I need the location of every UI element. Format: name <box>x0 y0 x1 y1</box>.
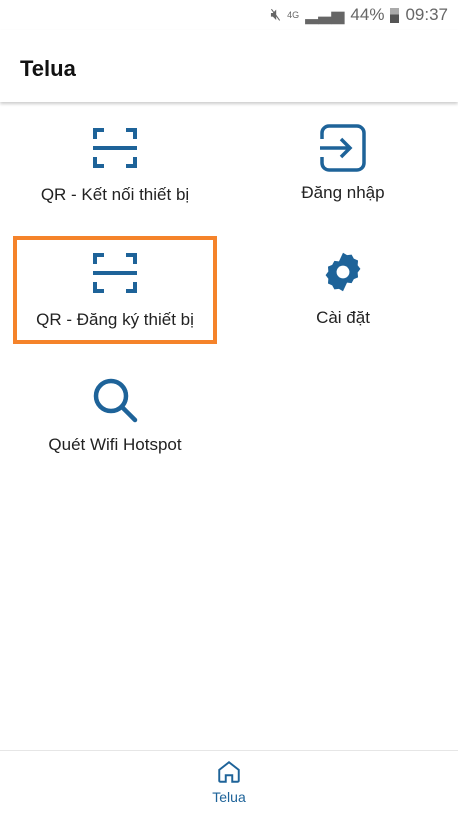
menu-label: Cài đặt <box>316 308 370 327</box>
battery-percent: 44% <box>350 5 385 24</box>
app-bar: Telua <box>0 30 458 102</box>
mute-icon: 🔇︎ <box>270 5 282 24</box>
home-icon <box>218 761 240 783</box>
menu-label: QR - Đăng ký thiết bị <box>36 310 194 329</box>
scan-wifi-hotspot-button[interactable]: Quét Wifi Hotspot <box>13 363 217 471</box>
qr-register-device-button[interactable]: QR - Đăng ký thiết bị <box>13 236 217 344</box>
signal-icon: ▂▃▅ <box>305 5 345 24</box>
qr-scan-icon <box>93 128 137 168</box>
nav-label: Telua <box>212 789 246 805</box>
settings-button[interactable]: Cài đặt <box>241 236 445 344</box>
menu-label: QR - Kết nối thiết bị <box>40 185 190 204</box>
battery-icon <box>390 7 400 23</box>
page-title: Telua <box>20 56 76 81</box>
login-icon <box>320 124 366 172</box>
login-button[interactable]: Đăng nhập <box>241 111 445 219</box>
gear-icon <box>325 252 361 292</box>
search-icon <box>93 378 138 423</box>
network-type: 4G <box>287 10 300 20</box>
qr-connect-device-button[interactable]: QR - Kết nối thiết bị <box>13 111 217 219</box>
nav-item-home[interactable]: Telua <box>212 751 246 815</box>
menu-label: Đăng nhập <box>301 183 385 202</box>
bottom-nav: Telua <box>0 750 458 815</box>
menu-label: Quét Wifi Hotspot <box>48 435 182 454</box>
qr-scan-icon <box>93 253 137 293</box>
clock: 09:37 <box>405 5 448 24</box>
status-bar: 🔇︎ 4G ▂▃▅ 44% 09:37 <box>0 0 458 30</box>
